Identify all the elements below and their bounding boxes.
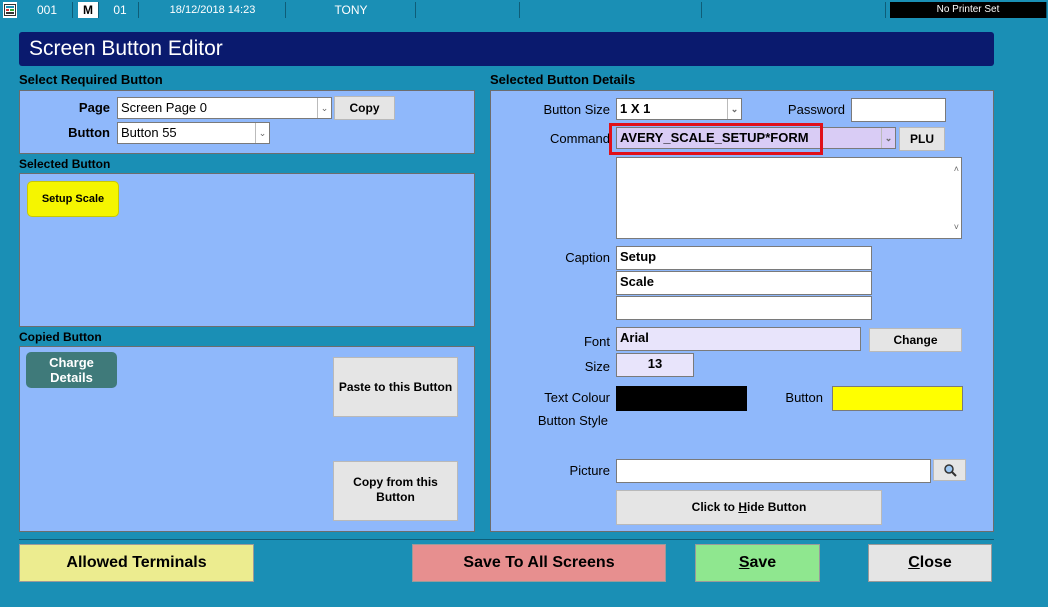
plu-button[interactable]: PLU bbox=[899, 127, 945, 151]
copy-from-line2: Button bbox=[376, 490, 415, 504]
caption-label: Caption bbox=[565, 250, 610, 265]
chevron-down-icon[interactable]: ⌄ bbox=[317, 98, 331, 118]
user-name: TONY bbox=[287, 2, 416, 18]
save-to-all-screens-button[interactable]: Save To All Screens bbox=[412, 544, 666, 582]
mode-indicator: M bbox=[78, 2, 99, 18]
status-cell-empty-3 bbox=[703, 2, 886, 18]
page-select-value: Screen Page 0 bbox=[121, 100, 208, 115]
password-label: Password bbox=[787, 102, 845, 117]
copy-button[interactable]: Copy bbox=[334, 96, 395, 120]
button-colour-label: Button bbox=[785, 390, 823, 405]
app-menu-icon[interactable] bbox=[3, 2, 17, 18]
text-colour-label: Text Colour bbox=[544, 390, 610, 405]
select-required-heading: Select Required Button bbox=[19, 72, 163, 87]
save-button[interactable]: Save bbox=[695, 544, 820, 582]
button-size-select[interactable]: 1 X 1 ⌄ bbox=[616, 98, 742, 120]
copied-preview-line1: Charge bbox=[49, 355, 94, 370]
hide-underline: H bbox=[738, 500, 748, 514]
text-colour-swatch[interactable] bbox=[616, 386, 747, 411]
close-rest: lose bbox=[919, 554, 952, 571]
hide-button[interactable]: Click to Hide Button bbox=[616, 490, 882, 525]
copied-button-heading: Copied Button bbox=[19, 330, 102, 344]
chevron-down-icon[interactable]: ⌄ bbox=[255, 123, 269, 143]
clerk-number: 01 bbox=[102, 2, 139, 18]
password-field[interactable] bbox=[851, 98, 946, 122]
copy-from-line1: Copy from this bbox=[353, 475, 438, 489]
status-bar: 001 M 01 18/12/2018 14:23 TONY No Printe… bbox=[0, 0, 1048, 20]
button-size-value: 1 X 1 bbox=[620, 101, 651, 116]
copy-from-button[interactable]: Copy from this Button bbox=[333, 461, 458, 521]
selected-button-heading: Selected Button bbox=[19, 157, 111, 171]
printer-status: No Printer Set bbox=[890, 2, 1047, 18]
button-colour-swatch[interactable] bbox=[832, 386, 963, 411]
status-cell-empty-2 bbox=[521, 2, 702, 18]
hide-suffix: ide Button bbox=[747, 500, 807, 514]
hide-prefix: Click to bbox=[691, 500, 739, 514]
chevron-down-icon[interactable]: ⌄ bbox=[727, 99, 741, 119]
page-title: Screen Button Editor bbox=[19, 32, 994, 66]
button-style-label: Button Style bbox=[537, 413, 608, 428]
save-underline: S bbox=[738, 554, 750, 571]
terminal-number: 001 bbox=[22, 2, 73, 18]
font-size-label: Size bbox=[584, 359, 610, 374]
footer-divider bbox=[19, 539, 994, 540]
datetime: 18/12/2018 14:23 bbox=[140, 2, 286, 18]
page-select[interactable]: Screen Page 0 ⌄ bbox=[117, 97, 332, 119]
selected-button-preview[interactable]: Setup Scale bbox=[27, 181, 119, 217]
picture-field[interactable] bbox=[616, 459, 931, 483]
scroll-down-icon[interactable]: ˅ bbox=[954, 217, 959, 237]
command-highlight-box bbox=[609, 123, 823, 155]
button-select[interactable]: Button 55 ⌄ bbox=[117, 122, 270, 144]
font-label: Font bbox=[583, 334, 610, 349]
chevron-down-icon[interactable]: ⌄ bbox=[881, 128, 895, 148]
font-field[interactable]: Arial bbox=[616, 327, 861, 351]
caption-line-1[interactable]: Setup bbox=[616, 246, 872, 270]
button-select-value: Button 55 bbox=[121, 125, 177, 140]
page-label: Page bbox=[78, 100, 110, 115]
status-cell-empty-1 bbox=[417, 2, 520, 18]
paste-button[interactable]: Paste to this Button bbox=[333, 357, 458, 417]
close-underline: C bbox=[908, 554, 920, 571]
copied-button-preview[interactable]: Charge Details bbox=[26, 352, 117, 388]
details-heading: Selected Button Details bbox=[490, 72, 636, 87]
save-rest: ave bbox=[749, 554, 777, 571]
caption-line-2[interactable]: Scale bbox=[616, 271, 872, 295]
button-label: Button bbox=[68, 125, 110, 140]
button-size-label: Button Size bbox=[543, 102, 611, 117]
command-label: Command bbox=[550, 131, 610, 146]
copied-preview-line2: Details bbox=[50, 370, 93, 385]
font-size-field[interactable]: 13 bbox=[616, 353, 694, 377]
close-button[interactable]: Close bbox=[868, 544, 992, 582]
caption-line-3[interactable] bbox=[616, 296, 872, 320]
magnifier-icon[interactable] bbox=[933, 459, 966, 481]
change-font-button[interactable]: Change bbox=[869, 328, 962, 352]
command-textarea[interactable]: ˄ ˅ bbox=[616, 157, 962, 239]
scroll-up-icon[interactable]: ˄ bbox=[954, 159, 959, 179]
allowed-terminals-button[interactable]: Allowed Terminals bbox=[19, 544, 254, 582]
picture-label: Picture bbox=[569, 463, 610, 478]
